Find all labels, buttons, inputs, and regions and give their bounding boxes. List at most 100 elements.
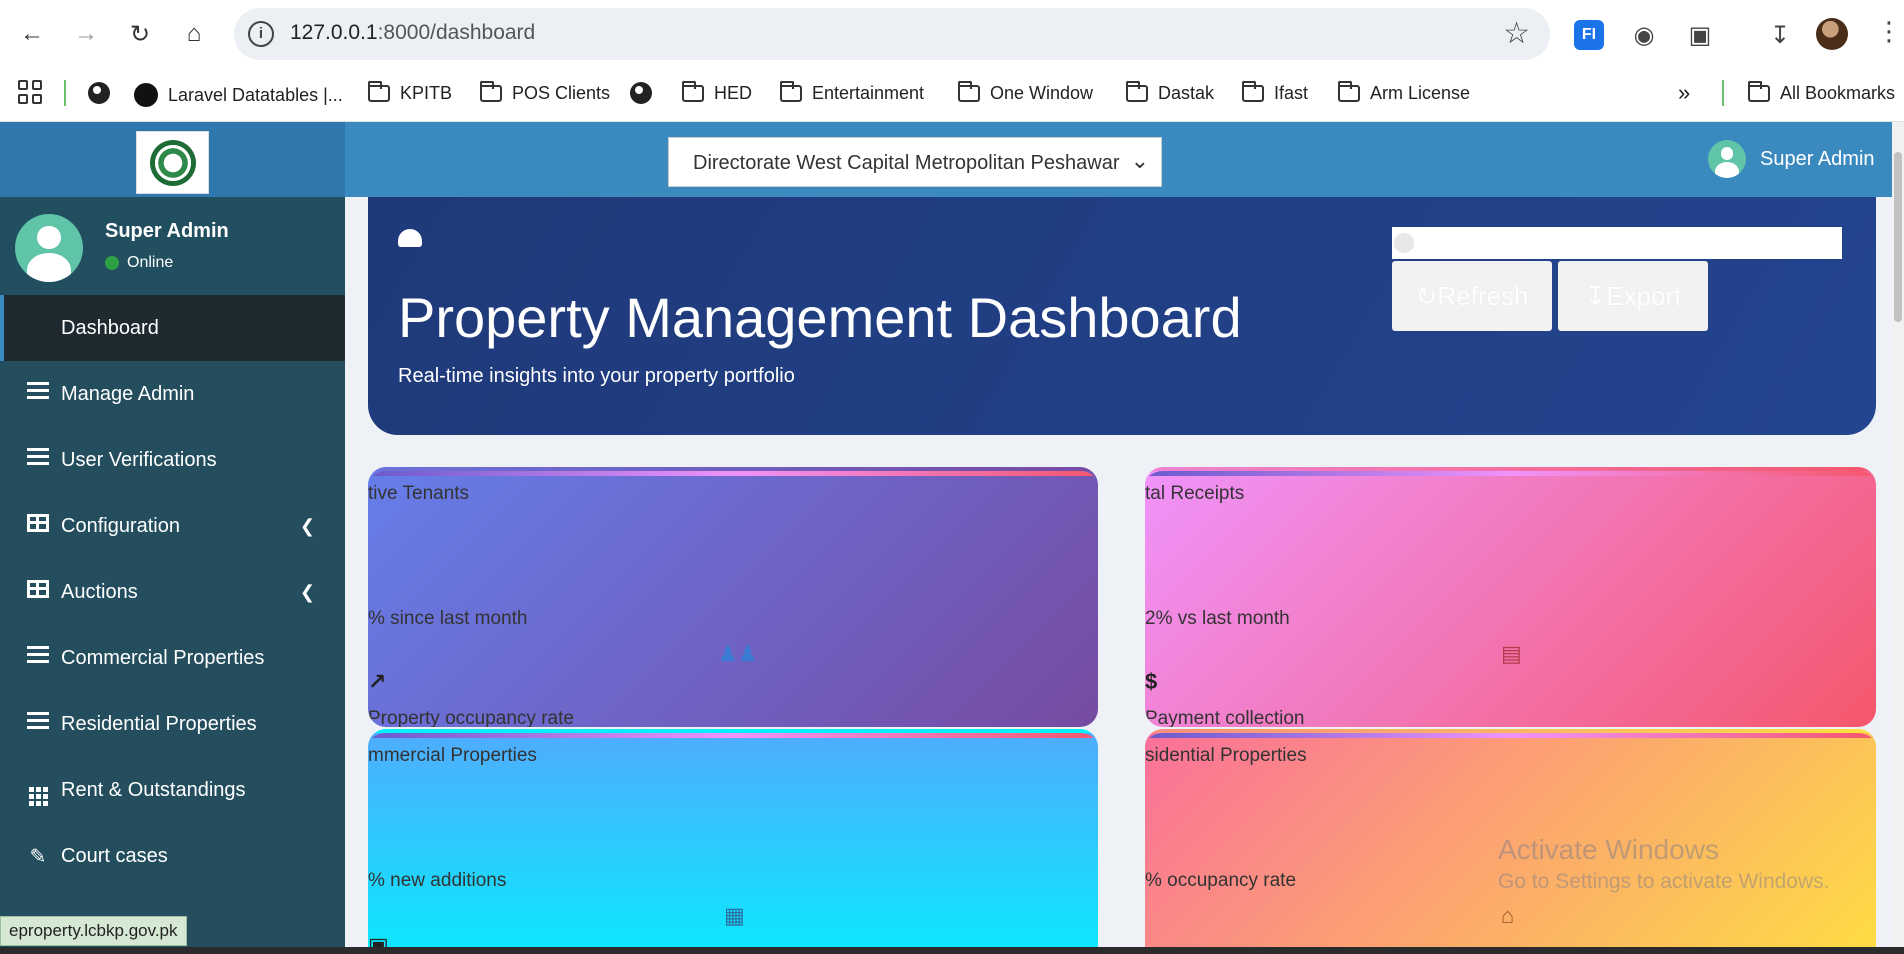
site-info-icon[interactable]: i bbox=[248, 21, 274, 47]
card-trend: % occupancy rate bbox=[1145, 870, 1297, 891]
sidebar-user-panel: Super Admin Online bbox=[0, 197, 345, 295]
bookmark-ifast[interactable]: Ifast bbox=[1242, 81, 1308, 104]
card-trend: % since last month bbox=[368, 608, 528, 629]
card-title: tal Receipts bbox=[1145, 483, 1245, 504]
sidebar-item-residential-properties[interactable]: Residential Properties bbox=[0, 691, 345, 757]
camera-icon[interactable]: ◉ bbox=[1626, 17, 1662, 53]
card-accent-line bbox=[368, 733, 1098, 738]
edit-icon: ✎ bbox=[29, 845, 47, 868]
bookmark-one-window[interactable]: One Window bbox=[958, 81, 1093, 104]
seal-emblem bbox=[149, 139, 196, 186]
globe-icon[interactable] bbox=[88, 82, 120, 104]
download-icon[interactable]: ↧ bbox=[1762, 17, 1798, 53]
back-arrow-icon[interactable]: ← bbox=[14, 16, 50, 52]
bookmarks-bar: Laravel Datatables |... KPITB POS Client… bbox=[0, 70, 1904, 122]
page-title: Property Management Dashboard bbox=[398, 286, 1242, 349]
list-icon bbox=[26, 712, 50, 736]
government-logo[interactable] bbox=[136, 131, 209, 194]
forward-arrow-icon[interactable]: → bbox=[68, 16, 104, 52]
list-icon bbox=[26, 382, 50, 406]
sidebar-item-auctions[interactable]: Auctions ❮ bbox=[0, 559, 345, 625]
sidebar-user-name: Super Admin bbox=[105, 220, 229, 242]
sidebar: Super Admin Online Dashboard Manage Admi… bbox=[0, 197, 345, 947]
extensions-puzzle-icon[interactable]: ▣ bbox=[1682, 17, 1718, 53]
bookmark-kpitb[interactable]: KPITB bbox=[368, 81, 452, 104]
scrollbar-thumb[interactable] bbox=[1894, 152, 1902, 322]
folder-icon bbox=[368, 81, 390, 102]
online-status: Online bbox=[105, 254, 173, 272]
refresh-button[interactable]: ↻ Refresh bbox=[1392, 261, 1552, 331]
logo-area bbox=[0, 122, 345, 197]
more-menu-icon[interactable]: ⋮ bbox=[1876, 16, 1902, 47]
receipt-icon: ▤ bbox=[1501, 641, 1522, 666]
card-description: Payment collection bbox=[1145, 708, 1305, 727]
user-name: Super Admin bbox=[1760, 147, 1875, 170]
top-navbar: Directorate West Capital Metropolitan Pe… bbox=[0, 122, 1904, 197]
address-bar[interactable]: i 127.0.0.1:8000/dashboard ☆ bbox=[234, 8, 1550, 60]
building-icon: ▦ bbox=[724, 903, 745, 928]
clock-icon bbox=[1394, 233, 1414, 253]
all-bookmarks[interactable]: All Bookmarks bbox=[1748, 81, 1895, 104]
refresh-icon: ↻ bbox=[1415, 280, 1438, 311]
total-receipts-card[interactable]: tal Receipts 2% vs last month ▤ $ Paymen… bbox=[1145, 467, 1876, 727]
sidebar-item-rent-outstandings[interactable]: Rent & Outstandings bbox=[0, 757, 345, 823]
watermark-line1: Activate Windows bbox=[1498, 834, 1719, 865]
bookmark-separator bbox=[64, 80, 66, 106]
card-title: sidential Properties bbox=[1145, 745, 1307, 766]
grid-icon bbox=[26, 775, 50, 806]
watermark-line2: Go to Settings to activate Windows. bbox=[1498, 870, 1830, 893]
chart-line-icon: ↗ bbox=[368, 669, 387, 694]
page-scrollbar[interactable] bbox=[1892, 122, 1904, 947]
browser-toolbar: ← → ↻ ⌂ i 127.0.0.1:8000/dashboard ☆ FI … bbox=[0, 0, 1904, 70]
card-trend: 2% vs last month bbox=[1145, 608, 1290, 629]
sidebar-item-commercial-properties[interactable]: Commercial Properties bbox=[0, 625, 345, 691]
chevron-left-icon: ❮ bbox=[299, 515, 315, 536]
apps-icon[interactable] bbox=[18, 80, 42, 104]
sidebar-item-configuration[interactable]: Configuration ❮ bbox=[0, 493, 345, 559]
more-bookmarks-icon[interactable]: » bbox=[1678, 80, 1690, 106]
dollar-icon: $ bbox=[1145, 669, 1158, 694]
sidebar-item-user-verifications[interactable]: User Verifications bbox=[0, 427, 345, 493]
sidebar-item-court-cases[interactable]: ✎ Court cases bbox=[0, 823, 345, 889]
commercial-properties-card[interactable]: mmercial Properties % new additions ▦ ▣ bbox=[368, 729, 1098, 947]
briefcase-icon: ▣ bbox=[368, 933, 389, 947]
bookmark-dastak[interactable]: Dastak bbox=[1126, 81, 1214, 104]
chevron-left-icon: ❮ bbox=[299, 581, 315, 602]
gauge-icon bbox=[398, 229, 422, 247]
chevron-down-icon: ⌄ bbox=[1130, 148, 1149, 173]
bookmark-star-icon[interactable]: ☆ bbox=[1503, 16, 1530, 51]
bookmark-hed[interactable]: HED bbox=[682, 81, 752, 104]
bookmark-entertainment[interactable]: Entertainment bbox=[780, 81, 924, 104]
table-icon bbox=[26, 580, 50, 604]
active-tenants-card[interactable]: tive Tenants % since last month ♟♟ ↗ Pro… bbox=[368, 467, 1098, 727]
download-icon: ↧ bbox=[1584, 280, 1607, 311]
users-icon: ♟♟ bbox=[718, 641, 758, 666]
home-icon[interactable]: ⌂ bbox=[176, 16, 212, 52]
card-title: tive Tenants bbox=[368, 483, 470, 504]
reload-icon[interactable]: ↻ bbox=[122, 16, 158, 52]
folder-icon bbox=[1748, 81, 1770, 102]
user-avatar-icon bbox=[1708, 140, 1746, 178]
folder-icon bbox=[682, 81, 704, 102]
dashboard-hero: Property Management Dashboard Real-time … bbox=[368, 197, 1876, 435]
user-menu[interactable]: Super Admin bbox=[1708, 140, 1875, 178]
url-text[interactable]: 127.0.0.1:8000/dashboard bbox=[290, 21, 535, 45]
sidebar-item-dashboard[interactable]: Dashboard bbox=[0, 295, 345, 361]
globe-icon[interactable] bbox=[630, 82, 662, 104]
profile-avatar[interactable] bbox=[1816, 18, 1848, 50]
card-accent-line bbox=[1145, 471, 1876, 476]
bookmark-pos-clients[interactable]: POS Clients bbox=[480, 81, 610, 104]
home-icon: ⌂ bbox=[1501, 903, 1515, 928]
export-button[interactable]: ↧ Export bbox=[1558, 261, 1708, 331]
card-trend: % new additions bbox=[368, 870, 507, 891]
list-icon bbox=[26, 646, 50, 670]
extension-fi-icon[interactable]: FI bbox=[1574, 20, 1604, 50]
folder-icon bbox=[958, 81, 980, 102]
directorate-select[interactable]: Directorate West Capital Metropolitan Pe… bbox=[668, 137, 1162, 187]
bookmark-arm-license[interactable]: Arm License bbox=[1338, 81, 1470, 104]
card-description: Property occupancy rate bbox=[368, 708, 574, 727]
sidebar-item-manage-admin[interactable]: Manage Admin bbox=[0, 361, 345, 427]
folder-icon bbox=[780, 81, 802, 102]
card-title: mmercial Properties bbox=[368, 745, 537, 766]
bookmark-laravel[interactable]: Laravel Datatables |... bbox=[134, 83, 343, 107]
